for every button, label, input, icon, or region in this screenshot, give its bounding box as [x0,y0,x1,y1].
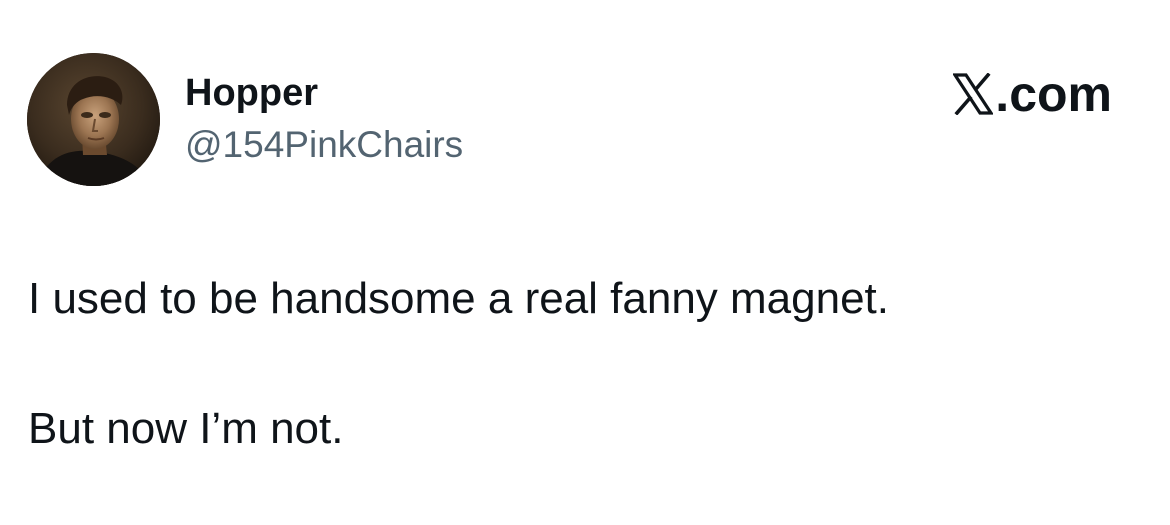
tweet-text-line: But now I’m not. [28,404,344,453]
brand-label: .com [995,66,1112,122]
display-name[interactable]: Hopper [185,70,318,116]
tweet-text-line: I used to be handsome a real fanny magne… [28,274,890,323]
tweet-text: I used to be handsome a real fanny magne… [28,268,1128,460]
x-logo-icon [953,73,994,115]
portrait-avatar-image [27,53,160,186]
avatar[interactable] [27,53,160,186]
x-brand: .com [953,66,1112,122]
handle[interactable]: @154PinkChairs [185,122,463,168]
tweet-card: Hopper @154PinkChairs .com I used to be … [0,0,1170,525]
